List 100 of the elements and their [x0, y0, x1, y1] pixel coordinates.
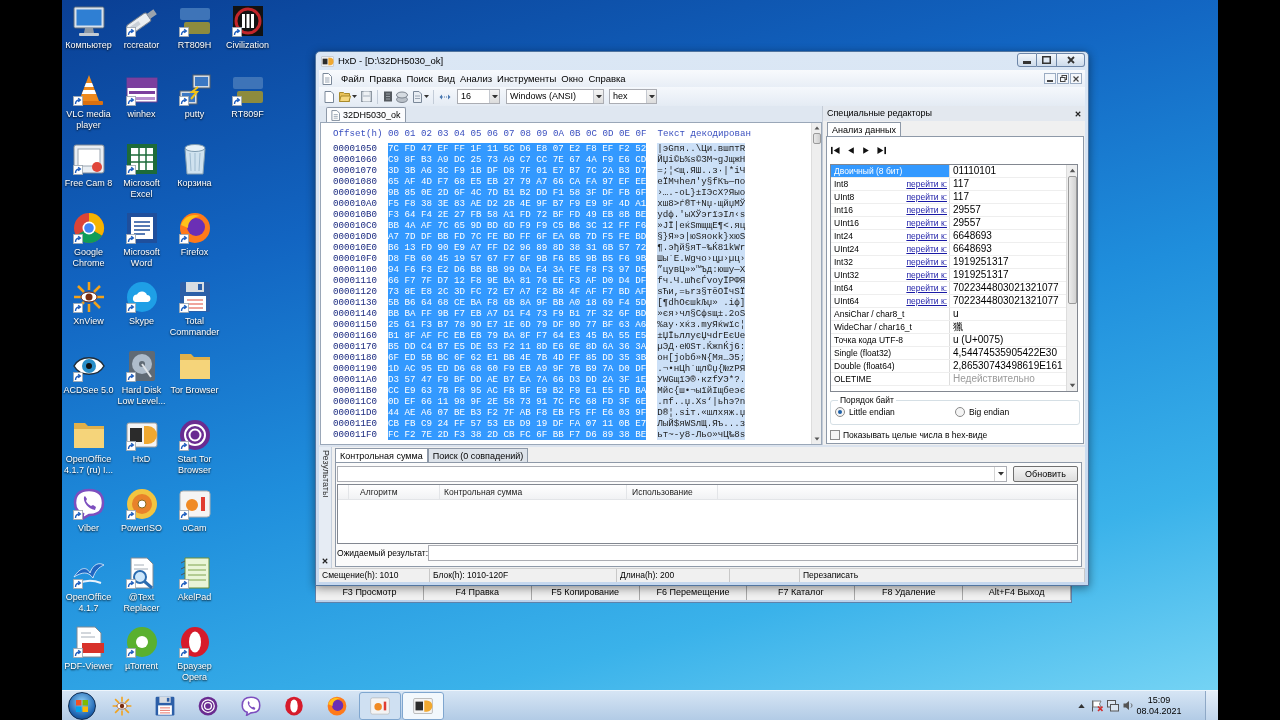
notepad-icon[interactable] [178, 557, 211, 589]
decoded-text[interactable]: ЙЏі©Ь%s©ЗМ~gJщжН [657, 154, 746, 165]
decoded-text[interactable]: §}Я»э|юЅяoкk}хюЅ [657, 231, 746, 242]
field-label[interactable]: Int64 [831, 282, 855, 294]
monitor-icon[interactable] [72, 5, 105, 37]
desktop-icon-label[interactable]: Microsoft Excel [115, 178, 168, 200]
logo-bars-icon[interactable] [178, 5, 211, 37]
menu-item[interactable]: Анализ [459, 72, 493, 85]
desktop-icon-label[interactable]: Microsoft Word [115, 247, 168, 269]
arrows-icon[interactable] [439, 92, 451, 101]
field-label[interactable]: Int8 [831, 178, 851, 190]
encoding-select[interactable]: Windows (ANSI) [506, 89, 604, 104]
radio-label[interactable]: Little endian [849, 406, 895, 418]
go-to-link[interactable]: перейти к: [906, 230, 949, 242]
desktop-icon-label[interactable]: OpenOffice 4.1.7 (ru) I... [62, 454, 115, 476]
desktop-icon-label[interactable]: winhex [127, 109, 156, 120]
decoded-text[interactable]: D®¦.ѕіт.«шлхяж.џ [657, 407, 746, 418]
concentric-rings-icon[interactable] [178, 419, 211, 451]
decoded-text[interactable]: уdф.'ыXЎэrїэIл‹ѕ [657, 209, 746, 220]
column-header[interactable]: Алгоритм [349, 485, 440, 499]
go-to-link[interactable]: перейти к: [906, 178, 949, 190]
circle-logo-icon[interactable] [125, 626, 158, 658]
field-label[interactable]: Int24 [831, 230, 855, 242]
screen-record-icon[interactable] [72, 143, 105, 175]
decoded-text[interactable]: sЋи,=ьrз§тёOЇчЅЇ [657, 286, 746, 297]
decoded-text[interactable]: Мйc{ш•¬ыїйІщбеэє [657, 385, 746, 396]
desktop-icon-label[interactable]: Корзина [177, 178, 212, 189]
open-folder-icon[interactable] [339, 90, 351, 103]
decoded-text[interactable]: ”цувЦ»»™Ъд:юшу—Х [657, 264, 746, 275]
flag-icon[interactable] [1091, 699, 1103, 712]
go-to-link[interactable]: перейти к: [906, 269, 949, 281]
desktop-icon-label[interactable]: Hard Disk Low Level... [115, 385, 168, 407]
disc-icon[interactable] [125, 488, 158, 520]
clock-date[interactable]: 08.04.2021 [1136, 705, 1182, 717]
decoded-text[interactable]: fч.Ч.шћєЃvоуЇРФЯ [657, 275, 746, 286]
close-icon[interactable] [1075, 110, 1081, 117]
menu-item[interactable]: Инструменты [497, 72, 557, 85]
desktop-icon-label[interactable]: Skype [129, 316, 154, 327]
field-label[interactable]: UInt8 [831, 191, 857, 203]
desktop-icon-label[interactable]: Total Commander [168, 316, 221, 338]
tab[interactable]: Поиск (0 совпадений) [427, 448, 529, 462]
field-label[interactable]: UInt24 [831, 243, 862, 255]
skip-to-end-icon[interactable] [877, 145, 886, 155]
child-close-button[interactable] [1070, 73, 1082, 84]
number-base-select[interactable]: hex [609, 89, 657, 104]
decoded-text[interactable]: eЇMчhел'y§fКъ—по [657, 176, 746, 187]
radio-button[interactable] [955, 407, 965, 417]
decoded-text[interactable]: .¬•нЦh`щл©џ{№zРЯ [657, 363, 746, 374]
caret-up-icon[interactable] [1078, 703, 1085, 708]
decoded-text[interactable]: ¶.эђй§яТ–‰Ќ81kWr [657, 242, 746, 253]
menu-item[interactable]: Поиск [406, 72, 433, 85]
field-label[interactable]: UInt16 [831, 217, 862, 229]
spreadsheet-icon[interactable] [125, 143, 158, 175]
logo-tile-icon[interactable] [125, 419, 158, 451]
field-label[interactable]: UInt64 [831, 295, 862, 307]
desktop-icon-label[interactable]: putty [184, 109, 205, 120]
disks-icon[interactable] [396, 90, 408, 103]
go-to-link[interactable]: перейти к: [906, 217, 949, 229]
decoded-text[interactable]: УWGщїЭ®·кzfУЭ*?. [657, 374, 746, 385]
column-count-select[interactable]: 16 [457, 89, 500, 104]
skip-to-start-icon[interactable] [831, 145, 840, 155]
menu-item[interactable]: Справка [588, 72, 626, 85]
column-header[interactable]: Использование [627, 485, 718, 499]
desktop-icon-label[interactable]: XnView [73, 316, 104, 327]
decoded-text[interactable]: µЭД·еЮSт.ЌжnЌj6: [657, 341, 746, 352]
decoded-text[interactable]: |эGпя..\Ци.вшптR [657, 143, 746, 154]
scrollbar-thumb[interactable] [1068, 176, 1077, 304]
field-label[interactable]: Точка кода UTF-8 [831, 334, 905, 346]
triangle-left-icon[interactable] [847, 145, 855, 155]
child-restore-button[interactable] [1057, 73, 1069, 84]
desktop-icon-label[interactable]: ACDSee 5.0 [63, 385, 114, 396]
scrollbar[interactable] [811, 123, 821, 444]
desktop-icon-label[interactable]: Firefox [180, 247, 209, 258]
monitors-icon[interactable] [1107, 699, 1119, 712]
checkbox[interactable] [830, 430, 840, 440]
decoded-text[interactable]: ьт~-у8-Льo»чЦ‰8ѕ [657, 429, 746, 440]
maximize-button[interactable] [1037, 53, 1057, 67]
field-label[interactable]: Single (float32) [831, 347, 894, 359]
go-to-link[interactable]: перейти к: [906, 243, 949, 255]
segmented-circle-icon[interactable] [72, 212, 105, 244]
refresh-button[interactable]: Обновить [1013, 466, 1078, 482]
decoded-text[interactable]: ›….-oL}±ІЭсX?Яыo [657, 187, 746, 198]
taskbar-button[interactable] [402, 691, 444, 720]
chip-icon[interactable] [383, 91, 393, 102]
desktop-icon-label[interactable]: HxD [132, 454, 151, 465]
speaker-icon[interactable] [1123, 700, 1134, 711]
desktop-icon-label[interactable]: Start Tor Browser [168, 454, 221, 476]
expected-result-field[interactable] [428, 545, 1078, 561]
go-to-link[interactable]: перейти к: [906, 204, 949, 216]
desktop-icon-label[interactable]: Civilization [226, 40, 269, 51]
desktop-icon-label[interactable]: Viber [78, 523, 99, 534]
start-button[interactable] [68, 691, 96, 720]
checkbox-label[interactable]: Показывать целые числа в hex-виде [843, 429, 988, 441]
desktop-icon-label[interactable]: Tor Browser [170, 385, 219, 396]
decoded-text[interactable]: Шы`E.Wgчo›цµ›µц› [657, 253, 746, 264]
page-icon[interactable] [412, 90, 423, 103]
document-icon[interactable] [322, 72, 332, 85]
field-label[interactable]: AnsiChar / char8_t [831, 308, 907, 320]
decoded-text[interactable]: .пf..џ.Xs‘|ьhэ?n [657, 396, 746, 407]
desktop-icon-label[interactable]: rccreator [123, 40, 160, 51]
